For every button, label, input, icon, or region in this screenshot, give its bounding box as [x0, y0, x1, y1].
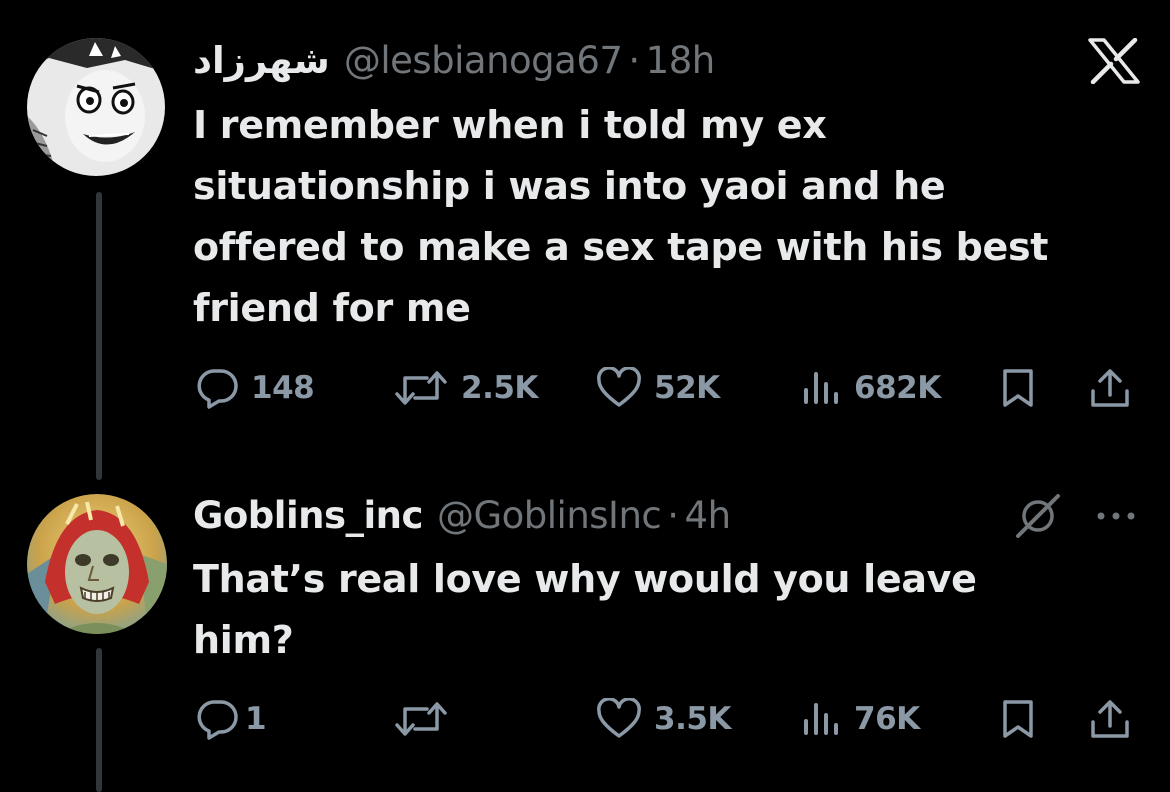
tweet-header: شهرزاد @lesbianoga67 · 18h — [193, 30, 715, 90]
avatar[interactable] — [27, 494, 167, 634]
tweet-text-line: situationship i was into yaoi and he — [193, 164, 946, 208]
like-button[interactable]: 3.5K — [596, 697, 731, 741]
reply-count: 1 — [245, 701, 267, 737]
reply-button[interactable]: 148 — [195, 366, 315, 410]
thread-line — [96, 192, 102, 480]
heart-icon — [596, 367, 642, 409]
views-count: 682K — [854, 370, 941, 406]
display-name[interactable]: Goblins_inc — [193, 494, 423, 537]
tweet-text-line: offered to make a sex tape with his best — [193, 225, 1049, 269]
tweet-text-line: I remember when i told my ex — [193, 103, 827, 147]
share-button[interactable] — [1088, 697, 1132, 741]
timestamp[interactable]: 18h — [646, 39, 716, 82]
share-icon — [1088, 367, 1132, 409]
views-count: 76K — [854, 701, 920, 737]
repost-button[interactable] — [393, 697, 461, 741]
reply-button[interactable]: 1 — [195, 697, 267, 741]
repost-icon — [393, 699, 449, 739]
grok-icon[interactable] — [1014, 494, 1062, 542]
separator-dot: · — [628, 38, 640, 82]
bookmark-button[interactable] — [998, 697, 1038, 741]
tweet-header: Goblins_inc @GoblinsInc · 4h — [193, 485, 731, 545]
like-count: 52K — [654, 370, 720, 406]
tweet-text: I remember when i told my ex situationsh… — [193, 95, 1048, 339]
like-button[interactable]: 52K — [596, 366, 720, 410]
handle[interactable]: @lesbianoga67 — [344, 39, 623, 82]
x-logo-icon — [1087, 37, 1141, 88]
repost-icon — [393, 368, 449, 408]
handle[interactable]: @GoblinsInc — [437, 494, 662, 537]
repost-button[interactable]: 2.5K — [393, 366, 538, 410]
timestamp[interactable]: 4h — [685, 494, 732, 537]
reply-count: 148 — [251, 370, 315, 406]
tweet-text-line: friend for me — [193, 286, 471, 330]
views-icon — [800, 699, 842, 739]
views-button[interactable]: 76K — [800, 697, 920, 741]
reply-icon — [195, 367, 239, 409]
tweet-text-line: him? — [193, 618, 294, 662]
thread-line — [96, 648, 102, 792]
more-icon[interactable] — [1094, 508, 1138, 527]
display-name[interactable]: شهرزاد — [193, 39, 330, 82]
bookmark-icon — [998, 367, 1038, 409]
tweet-text-line: That’s real love why would you leave — [193, 557, 977, 601]
views-button[interactable]: 682K — [800, 366, 941, 410]
bookmark-icon — [998, 698, 1038, 740]
share-button[interactable] — [1088, 366, 1132, 410]
heart-icon — [596, 698, 642, 740]
repost-count: 2.5K — [461, 370, 538, 406]
separator-dot: · — [667, 493, 679, 537]
tweet-text: That’s real love why would you leave him… — [193, 549, 977, 671]
bookmark-button[interactable] — [998, 366, 1038, 410]
avatar[interactable] — [27, 38, 165, 176]
share-icon — [1088, 698, 1132, 740]
reply-icon — [195, 698, 239, 740]
like-count: 3.5K — [654, 701, 731, 737]
views-icon — [800, 368, 842, 408]
